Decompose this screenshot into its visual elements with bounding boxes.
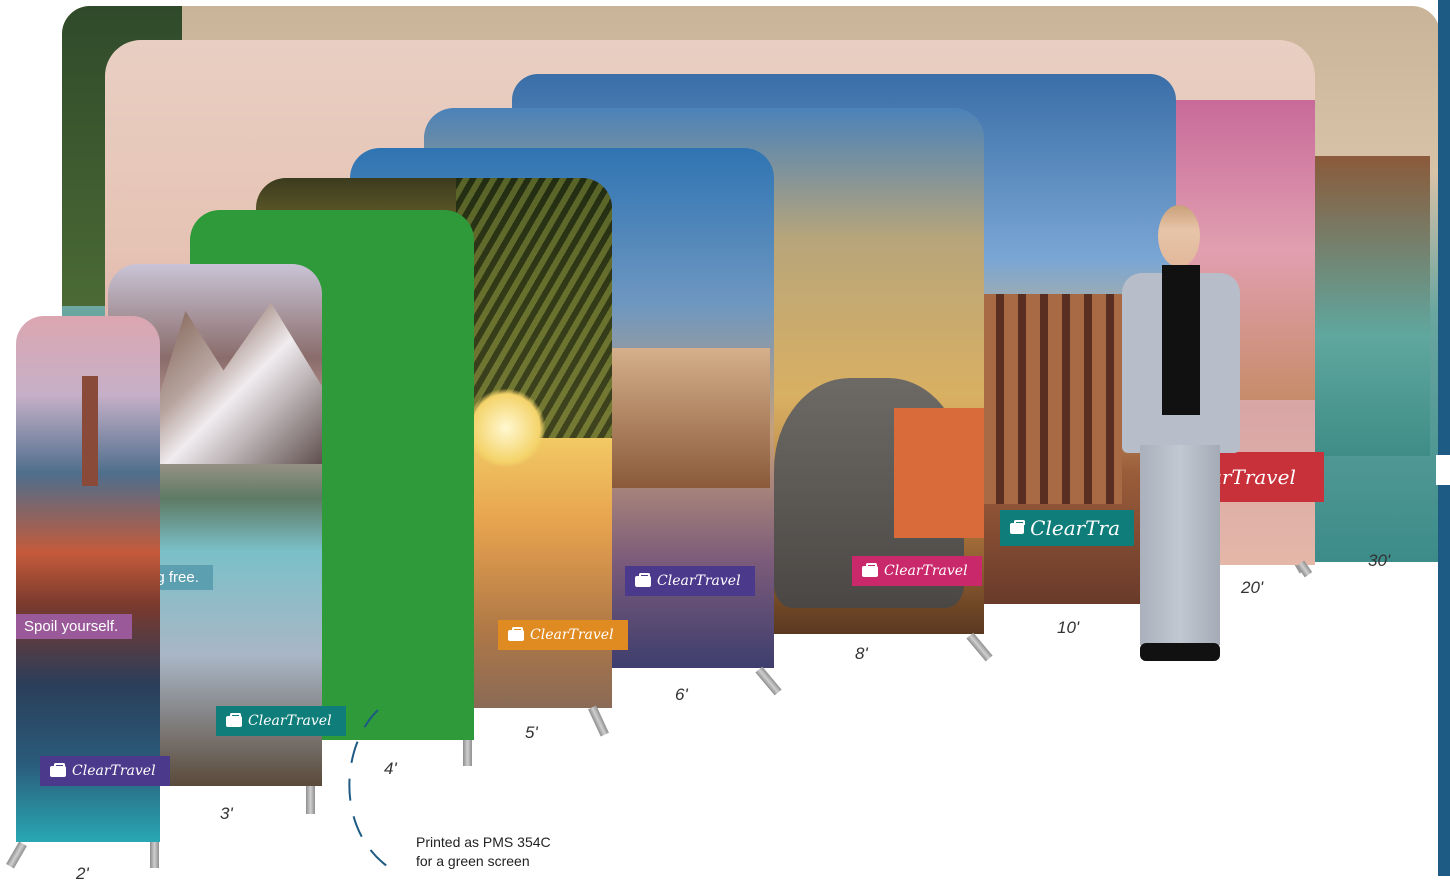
leg-5a	[588, 705, 609, 737]
person-top	[1162, 265, 1200, 415]
page-edge-bar	[1438, 0, 1450, 876]
suitcase-icon	[862, 562, 878, 577]
leg-2b	[6, 841, 27, 869]
brand-tag-8ft: ClearTravel	[852, 556, 982, 586]
note-line-1: Printed as PMS 354C	[416, 834, 551, 850]
backdrop-huts	[1300, 156, 1430, 456]
person-trousers	[1140, 445, 1220, 645]
brand-text-2: ClearTravel	[72, 763, 156, 779]
page-edge-notch	[1436, 455, 1450, 485]
brand-tag-6ft: ClearTravel	[625, 566, 755, 596]
callout-arc	[348, 709, 397, 873]
sun-glow	[466, 388, 546, 468]
suitcase-icon	[226, 712, 242, 727]
brand-tag-5ft: ClearTravel	[498, 620, 628, 650]
size-label-6ft: 6'	[675, 685, 688, 704]
leg-6a	[755, 666, 782, 696]
size-label-30ft: 30'	[1368, 551, 1391, 570]
size-label-2ft: 2'	[76, 864, 89, 883]
size-label-3ft: 3'	[220, 804, 233, 823]
suitcase-icon	[1010, 519, 1026, 534]
person-figure	[1118, 205, 1244, 670]
green-screen-note: Printed as PMS 354C for a green screen	[416, 833, 551, 871]
church-tower	[82, 376, 98, 486]
brand-text-8: ClearTravel	[884, 563, 968, 579]
person-head	[1158, 205, 1200, 267]
leg-3a	[306, 786, 315, 814]
suitcase-icon	[508, 626, 524, 641]
brand-text-6: ClearTravel	[657, 573, 741, 589]
size-label-8ft: 8'	[855, 644, 868, 663]
person-shoes	[1140, 643, 1220, 661]
leg-2a	[150, 842, 159, 868]
size-label-10ft: 10'	[1057, 618, 1080, 637]
suitcase-icon	[635, 572, 651, 587]
brand-text-3: ClearTravel	[248, 713, 332, 729]
elephant-blanket	[894, 408, 984, 538]
size-label-5ft: 5'	[525, 723, 538, 742]
brand-text-5: ClearTravel	[530, 627, 614, 643]
colosseum	[982, 294, 1122, 504]
size-label-20ft: 20'	[1241, 578, 1264, 597]
brand-tag-10ft: ClearTra	[1000, 510, 1134, 546]
brand-tag-3ft: ClearTravel	[216, 706, 346, 736]
suitcase-icon	[50, 762, 66, 777]
leg-8a	[966, 632, 993, 662]
brand-tag-2ft: ClearTravel	[40, 756, 170, 786]
brand-text-10: ClearTra	[1030, 516, 1120, 540]
note-line-2: for a green screen	[416, 853, 530, 869]
leg-4a	[463, 740, 472, 766]
tagline-spoil: Spoil yourself.	[16, 614, 133, 639]
mountain-peaks	[138, 302, 322, 464]
venice-buildings	[600, 348, 770, 488]
